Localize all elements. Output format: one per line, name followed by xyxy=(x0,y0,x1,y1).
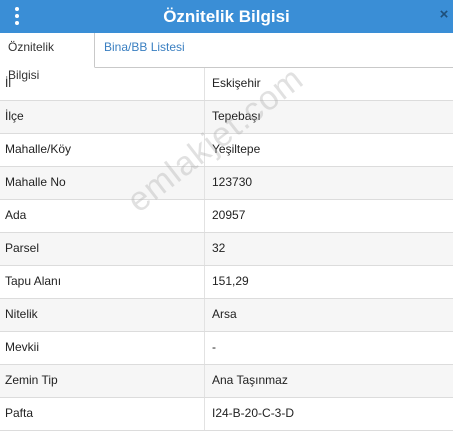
row-key: Parsel xyxy=(5,241,40,255)
column-divider xyxy=(204,398,205,430)
column-divider xyxy=(204,266,205,298)
close-icon[interactable]: × xyxy=(437,5,451,25)
table-row: Nitelik Arsa xyxy=(0,299,453,332)
row-value: 32 xyxy=(212,241,226,255)
column-divider xyxy=(204,167,205,199)
row-value: - xyxy=(212,340,216,354)
column-divider xyxy=(204,299,205,331)
title-bar: Öznitelik Bilgisi × xyxy=(0,0,453,33)
row-key: Tapu Alanı xyxy=(5,274,62,288)
row-value: Yeşiltepe xyxy=(212,142,261,156)
column-divider xyxy=(204,233,205,265)
table-row: Tapu Alanı 151,29 xyxy=(0,266,453,299)
row-key: Ada xyxy=(5,208,27,222)
row-value: Ana Taşınmaz xyxy=(212,373,288,387)
table-row: Mahalle No 123730 xyxy=(0,167,453,200)
more-vertical-icon[interactable] xyxy=(10,4,24,28)
table-row: İlçe Tepebaşı xyxy=(0,101,453,134)
row-key: İl xyxy=(5,76,11,90)
tab-bar: Öznitelik Bilgisi Bina/BB Listesi xyxy=(0,33,453,82)
row-key: Zemin Tip xyxy=(5,373,58,387)
row-key: Mahalle/Köy xyxy=(5,142,72,156)
tab-attribute-info[interactable]: Öznitelik Bilgisi xyxy=(0,33,95,82)
column-divider xyxy=(204,68,205,100)
column-divider xyxy=(204,365,205,397)
column-divider xyxy=(204,332,205,364)
table-row: Mahalle/Köy Yeşiltepe xyxy=(0,134,453,167)
column-divider xyxy=(204,101,205,133)
row-value: Arsa xyxy=(212,307,237,321)
row-key: Pafta xyxy=(5,406,34,420)
table-row: Parsel 32 xyxy=(0,233,453,266)
window-title: Öznitelik Bilgisi xyxy=(163,7,290,26)
column-divider xyxy=(204,200,205,232)
row-value: 20957 xyxy=(212,208,246,222)
row-value: Tepebaşı xyxy=(212,109,261,123)
row-value: 123730 xyxy=(212,175,253,189)
table-row: Zemin Tip Ana Taşınmaz xyxy=(0,365,453,398)
row-value: I24-B-20-C-3-D xyxy=(212,406,295,420)
row-key: Mevkii xyxy=(5,340,40,354)
row-value: Eskişehir xyxy=(212,76,261,90)
table-row: Mevkii - xyxy=(0,332,453,365)
column-divider xyxy=(204,134,205,166)
attribute-table: İl Eskişehir İlçe Tepebaşı Mahalle/Köy Yeşi… xyxy=(0,68,453,431)
row-value: 151,29 xyxy=(212,274,249,288)
tab-building-list[interactable]: Bina/BB Listesi xyxy=(96,33,193,67)
table-row: Ada 20957 xyxy=(0,200,453,233)
table-row: İl Eskişehir xyxy=(0,68,453,101)
row-key: İlçe xyxy=(5,109,24,123)
row-key: Mahalle No xyxy=(5,175,66,189)
row-key: Nitelik xyxy=(5,307,38,321)
